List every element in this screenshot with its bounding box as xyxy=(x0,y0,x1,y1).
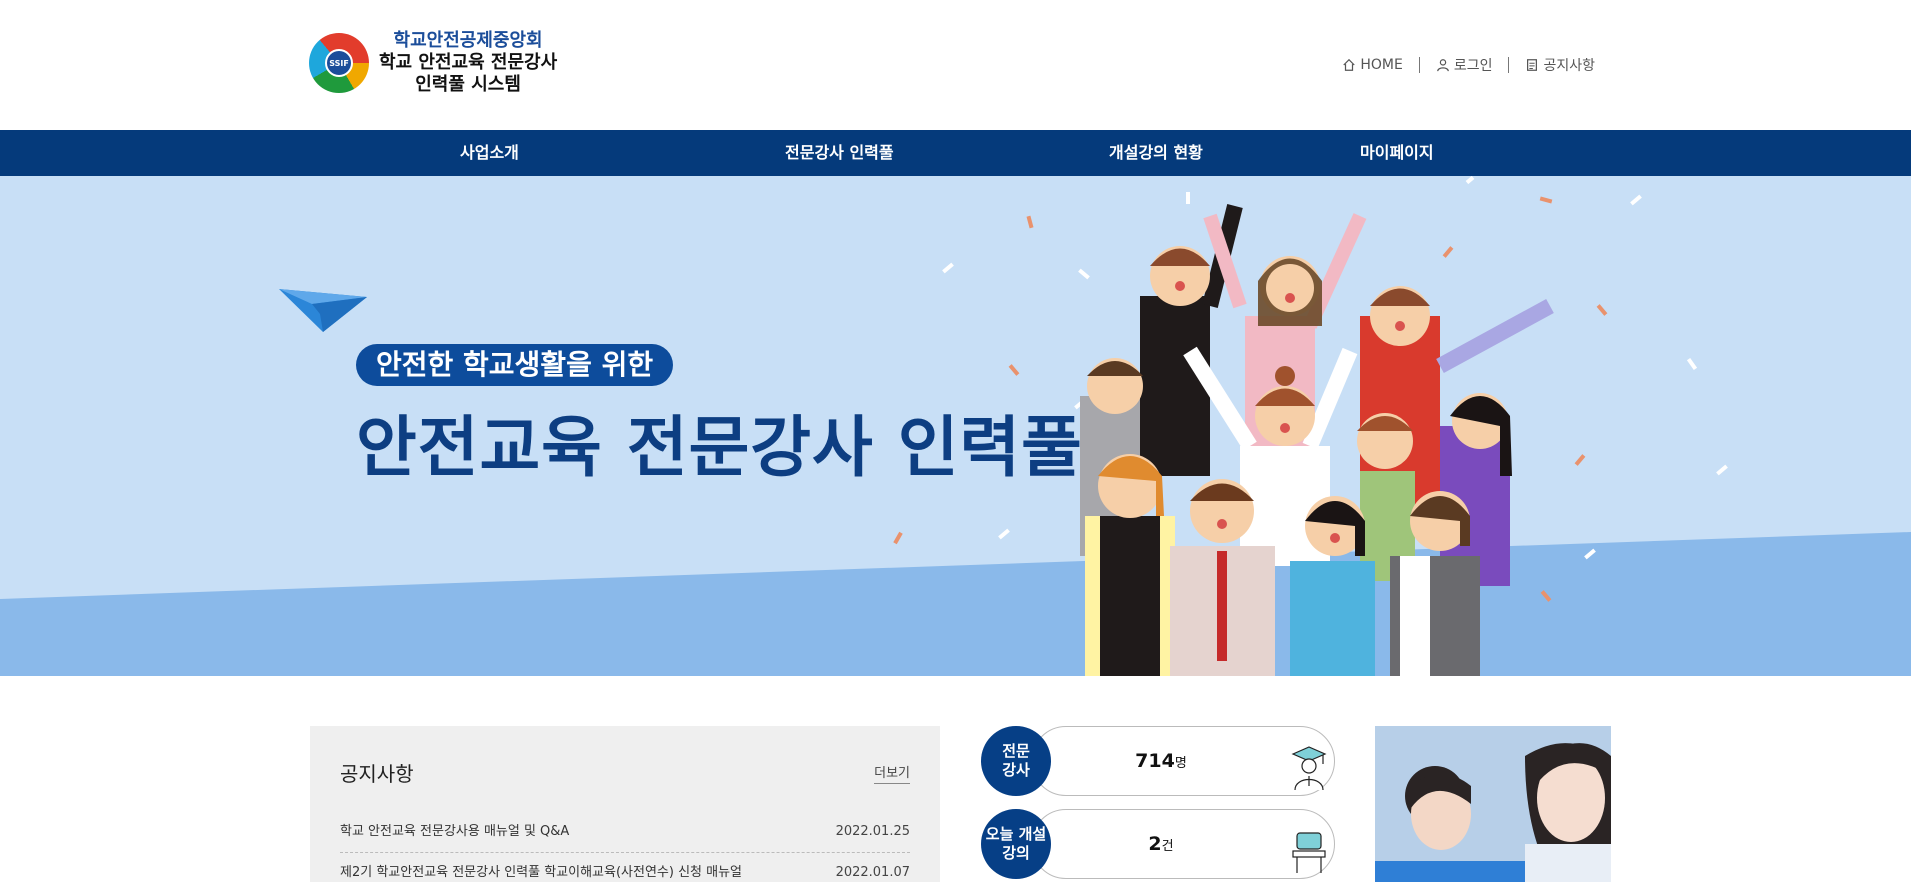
home-link-label: HOME xyxy=(1360,57,1403,73)
site-logo[interactable]: SSIF 학교안전공제중앙회 학교 안전교육 전문강사 인력풀 시스템 xyxy=(309,30,557,96)
notice-item-title: 학교 안전교육 전문강사용 매뉴얼 및 Q&A xyxy=(340,824,570,839)
notice-title: 공지사항 xyxy=(340,762,414,786)
site-header: SSIF 학교안전공제중앙회 학교 안전교육 전문강사 인력풀 시스템 HOME… xyxy=(0,0,1911,130)
cheering-people-illustration xyxy=(1080,204,1554,676)
notice-board: 공지사항 더보기 학교 안전교육 전문강사용 매뉴얼 및 Q&A 2022.01… xyxy=(310,726,940,882)
user-icon xyxy=(1436,59,1449,72)
divider xyxy=(1508,57,1510,73)
emblem-text: SSIF xyxy=(325,49,353,77)
stat-unit: 건 xyxy=(1161,839,1174,854)
notice-item-title: 제2기 학교안전교육 전문강사 인력풀 학교이해교육(사전연수) 신청 매뉴얼 xyxy=(340,865,743,880)
instructor-count-card[interactable]: 전문 강사 714명 xyxy=(981,726,1335,796)
nav-item-mypage[interactable]: 마이페이지 xyxy=(1360,130,1434,176)
logo-org-name: 학교안전공제중앙회 xyxy=(393,30,543,51)
stat-unit: 명 xyxy=(1174,756,1187,771)
today-lecture-count-card[interactable]: 오늘 개설 강의 2건 xyxy=(981,809,1335,879)
banner-title: 안전교육 전문강사 인력풀 xyxy=(356,409,1083,486)
notice-link-label: 공지사항 xyxy=(1543,58,1595,74)
home-link[interactable]: HOME xyxy=(1342,57,1403,73)
notice-item-date: 2022.01.25 xyxy=(835,824,910,839)
stat-label-line1: 오늘 개설 xyxy=(985,825,1047,843)
divider xyxy=(1418,57,1420,73)
desk-icon xyxy=(1292,832,1326,873)
nav-item-open-lectures[interactable]: 개설강의 현황 xyxy=(1109,130,1203,176)
stat-label-line1: 전문 xyxy=(1002,742,1030,760)
notice-item[interactable]: 학교 안전교육 전문강사용 매뉴얼 및 Q&A 2022.01.25 xyxy=(340,812,910,853)
stat-label-line2: 강사 xyxy=(1002,761,1030,779)
nav-item-business-intro[interactable]: 사업소개 xyxy=(460,130,519,176)
stat-value: 714명 xyxy=(1091,726,1231,799)
logo-system-name-1: 학교 안전교육 전문강사 xyxy=(379,52,558,73)
ssif-emblem-icon: SSIF xyxy=(309,33,369,93)
stat-label-badge: 전문 강사 xyxy=(981,726,1051,796)
students-photo xyxy=(1375,726,1611,882)
notice-link[interactable]: 공지사항 xyxy=(1525,55,1595,75)
login-link-label: 로그인 xyxy=(1453,58,1493,74)
utility-links: HOME 로그인 공지사항 xyxy=(1342,55,1595,75)
stat-number: 714 xyxy=(1135,750,1175,772)
stat-label-line2: 강의 xyxy=(1002,844,1030,862)
notice-item[interactable]: 제2기 학교안전교육 전문강사 인력풀 학교이해교육(사전연수) 신청 매뉴얼 … xyxy=(340,853,910,882)
promo-photo xyxy=(1375,726,1611,882)
notice-item-date: 2022.01.07 xyxy=(835,865,910,880)
notice-header: 공지사항 더보기 xyxy=(340,726,910,812)
login-link[interactable]: 로그인 xyxy=(1436,55,1493,75)
document-icon xyxy=(1527,59,1538,71)
graduate-icon xyxy=(1291,746,1327,791)
hero-banner: 안전한 학교생활을 위한 안전교육 전문강사 인력풀 xyxy=(0,176,1911,676)
stat-value: 2건 xyxy=(1091,809,1231,882)
stat-label-badge: 오늘 개설 강의 xyxy=(981,809,1051,879)
main-nav: 사업소개 전문강사 인력풀 개설강의 현황 마이페이지 xyxy=(0,130,1911,176)
banner-subtitle: 안전한 학교생활을 위한 xyxy=(356,344,674,386)
nav-item-instructor-pool[interactable]: 전문강사 인력풀 xyxy=(785,130,894,176)
notice-more-link[interactable]: 더보기 xyxy=(874,762,910,784)
logo-text: 학교안전공제중앙회 학교 안전교육 전문강사 인력풀 시스템 xyxy=(379,30,557,96)
logo-system-name-2: 인력풀 시스템 xyxy=(415,74,521,95)
home-icon xyxy=(1343,58,1356,71)
stat-number: 2 xyxy=(1148,833,1162,855)
